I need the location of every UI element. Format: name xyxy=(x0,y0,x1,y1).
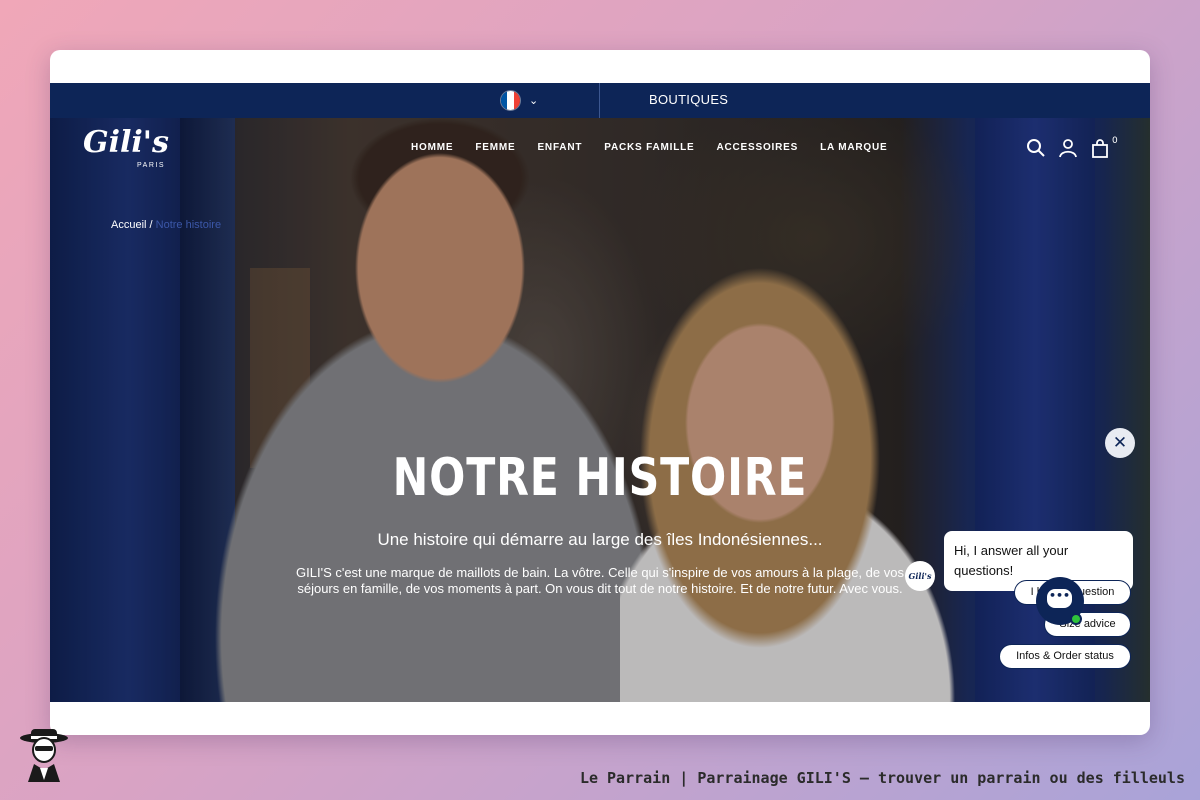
breadcrumb: Accueil / Notre histoire xyxy=(111,219,221,231)
page-title: NOTRE HISTOIRE xyxy=(392,448,808,508)
search-icon[interactable] xyxy=(1026,138,1046,158)
chat-chip-order-status[interactable]: Infos & Order status xyxy=(999,644,1131,669)
boutiques-link[interactable]: BOUTIQUES xyxy=(649,92,728,107)
menu-item-la-marque[interactable]: LA MARQUE xyxy=(820,142,887,153)
chat-bubble-icon: ••• xyxy=(1047,589,1072,608)
le-parrain-logo-icon xyxy=(20,729,68,782)
hero-overlay xyxy=(50,118,1150,702)
cart-count-badge: 0 xyxy=(1112,136,1118,146)
menu-item-homme[interactable]: HOMME xyxy=(411,142,453,153)
chevron-down-icon: ⌄ xyxy=(529,94,539,107)
menu-item-enfant[interactable]: ENFANT xyxy=(537,142,582,153)
footer-caption: Le Parrain | Parrainage GILI'S — trouver… xyxy=(579,769,1185,787)
main-menu: HOMME FEMME ENFANT PACKS FAMILLE ACCESSO… xyxy=(411,142,909,153)
chat-avatar: Gili's xyxy=(905,561,935,591)
chat-close-icon[interactable]: ✕ xyxy=(1105,428,1135,458)
chat-launcher-button[interactable]: ••• xyxy=(1036,577,1084,625)
top-bar: ⌄ BOUTIQUES xyxy=(50,83,1150,118)
france-flag-icon xyxy=(500,90,521,111)
breadcrumb-separator: / xyxy=(146,219,156,231)
menu-item-femme[interactable]: FEMME xyxy=(475,142,515,153)
hero-description: GILI'S c'est une marque de maillots de b… xyxy=(296,565,904,596)
topbar-divider xyxy=(599,83,600,118)
language-selector[interactable]: ⌄ xyxy=(500,90,538,111)
online-status-dot xyxy=(1070,613,1082,625)
hero-banner: Gili's PARIS HOMME FEMME ENFANT PACKS FA… xyxy=(50,118,1150,702)
menu-item-packs-famille[interactable]: PACKS FAMILLE xyxy=(604,142,694,153)
breadcrumb-current: Notre histoire xyxy=(155,219,222,231)
menu-item-accessoires[interactable]: ACCESSOIRES xyxy=(716,142,798,153)
logo-subtitle: PARIS xyxy=(137,162,165,169)
breadcrumb-home[interactable]: Accueil xyxy=(111,219,146,231)
site-logo[interactable]: Gili's xyxy=(83,127,169,159)
user-icon[interactable] xyxy=(1058,138,1078,158)
bag-icon[interactable] xyxy=(1090,138,1110,158)
browser-frame: ⌄ BOUTIQUES Gili's PARIS HOMME FEMME ENF… xyxy=(50,50,1150,735)
header-icons xyxy=(1026,138,1110,158)
